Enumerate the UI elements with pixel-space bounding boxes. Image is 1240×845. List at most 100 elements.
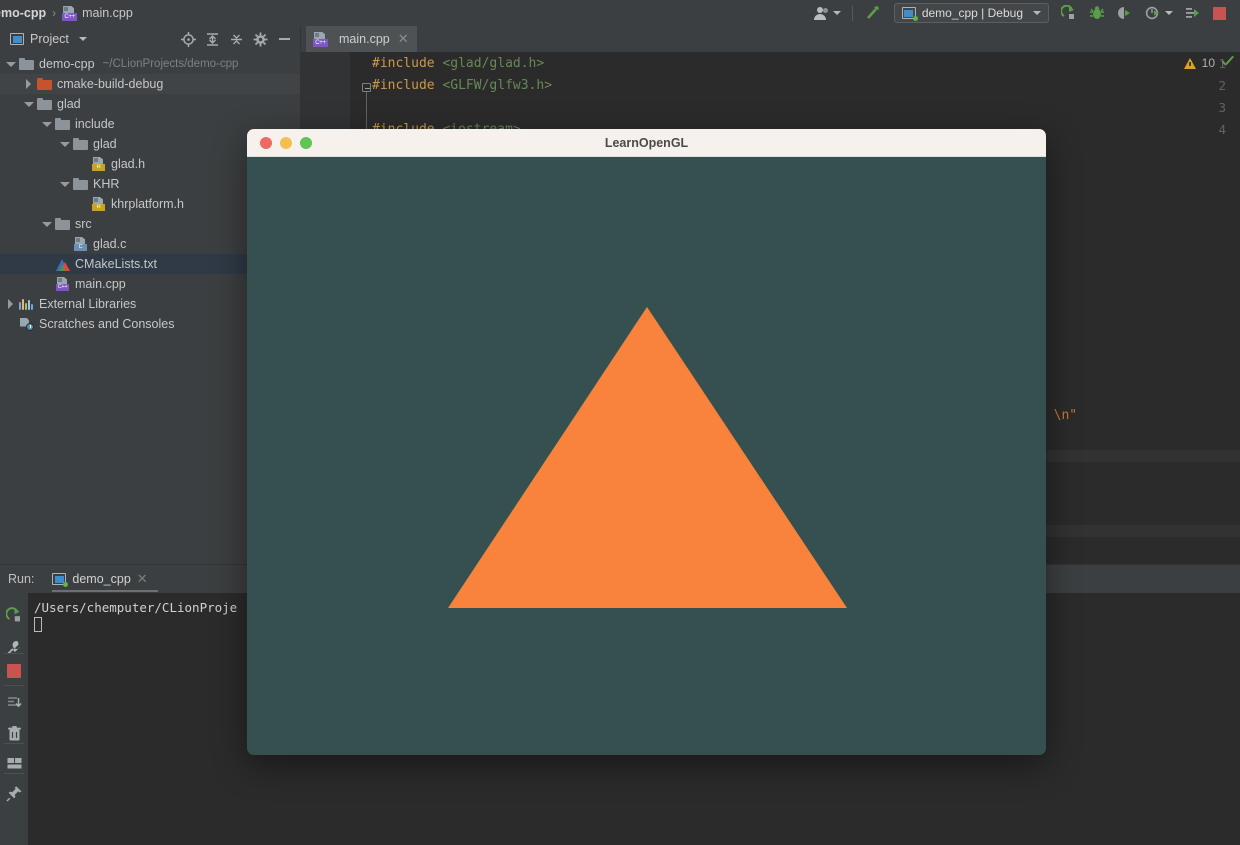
tree-item-label: src [75,217,92,231]
h-file-icon: H [91,197,106,211]
debug-button[interactable] [1083,0,1111,26]
locate-button[interactable] [176,26,200,52]
tree-item-label: khrplatform.h [111,197,184,211]
run-tab-underline [52,590,158,592]
close-icon[interactable]: ✕ [137,571,148,587]
expand-all-button[interactable] [200,26,224,52]
breadcrumb: emo-cpp › C++ main.cpp [0,5,133,21]
folder-icon [73,138,88,150]
top-toolbar: emo-cpp › C++ main.cpp [0,0,1240,26]
build-hammer-icon[interactable] [858,0,888,26]
orange-triangle [448,307,847,608]
folder-icon [37,98,52,110]
chevron-down-icon[interactable] [24,99,34,109]
chevron-right-icon[interactable] [24,79,34,89]
gear-icon[interactable] [248,26,272,52]
stop-button[interactable] [0,655,28,687]
project-panel-header: Project [0,26,300,52]
close-icon[interactable]: ✕ [398,31,409,47]
scroll-to-end-icon[interactable] [0,687,28,719]
warning-count: 10 [1201,56,1215,70]
c-file-icon: C [73,237,88,251]
layout-grid-icon[interactable] [0,747,28,779]
checkmark-icon [1221,57,1234,70]
cpp-file-icon: C++ [313,31,328,47]
cpp-file-icon: C++ [62,5,78,21]
inspection-widget[interactable]: 10 [1183,56,1234,70]
tree-item-demo-cpp[interactable]: demo-cpp ~/CLionProjects/demo-cpp [0,54,300,74]
collapse-all-button[interactable] [224,26,248,52]
run-config-icon [901,7,918,21]
run-tab-label: demo_cpp [72,572,131,586]
tree-item-label: include [75,117,115,131]
breadcrumb-separator: › [52,6,57,20]
code-token: \n" [1053,408,1078,423]
code-token: <glad/glad.h> [442,56,545,71]
run-with-coverage-button[interactable] [1111,0,1139,26]
h-file-icon: H [91,157,106,171]
line-number: 4 [1218,122,1226,137]
stop-button[interactable] [1207,0,1232,26]
gutter-divider [4,685,24,686]
chevron-down-icon[interactable] [6,59,16,69]
chevron-down-icon[interactable] [60,139,70,149]
code-line[interactable]: #include <GLFW/glfw3.h> [372,78,552,93]
scratches-icon [19,317,34,331]
tree-item-label: demo-cpp [39,57,95,71]
chevron-right-icon[interactable] [6,299,16,309]
clion-ide-window: emo-cpp › C++ main.cpp [0,0,1240,845]
code-fold-marker[interactable] [362,83,371,92]
window-title-bar[interactable]: LearnOpenGL [247,129,1046,157]
line-number: 3 [1218,100,1226,115]
chevron-down-icon [1033,11,1041,15]
opengl-application-window[interactable]: LearnOpenGL [247,129,1046,755]
users-icon[interactable] [808,0,847,26]
editor-tab-main-cpp[interactable]: C++ main.cpp ✕ [306,26,417,52]
chevron-down-icon[interactable] [78,37,87,41]
folder-icon [73,178,88,190]
chevron-down-icon [1165,11,1173,15]
tree-item-label: CMakeLists.txt [75,257,157,271]
external-libraries-icon [19,298,34,310]
run-configuration-selector[interactable]: demo_cpp | Debug [888,0,1055,26]
warning-triangle-icon [1183,57,1196,69]
tree-item-path: ~/CLionProjects/demo-cpp [102,58,239,70]
project-panel-tools [176,26,296,52]
project-window-icon [10,33,24,45]
run-panel-label: Run: [8,572,35,586]
run-config-label: demo_cpp | Debug [921,6,1023,20]
code-line[interactable]: #include <glad/glad.h> [372,56,544,71]
profile-button[interactable] [1139,0,1179,26]
run-button[interactable] [1055,0,1083,26]
minimize-icon[interactable] [272,26,296,52]
code-token: #include [372,78,443,93]
editor-tab-bar: C++ main.cpp ✕ [300,26,1240,52]
breadcrumb-project[interactable]: emo-cpp [0,6,46,20]
tree-item-label: glad.c [93,237,127,251]
chevron-down-icon[interactable] [42,119,52,129]
pin-icon[interactable] [0,777,28,809]
tree-item-label: Scratches and Consoles [39,317,175,331]
opengl-canvas[interactable] [247,157,1046,755]
window-title: LearnOpenGL [604,135,689,150]
folder-icon [37,78,52,90]
tree-item-label: KHR [93,177,120,191]
tree-item-label: glad [57,97,81,111]
tree-item-cmake-build-debug[interactable]: cmake-build-debug [0,74,300,94]
chevron-down-icon[interactable] [42,219,52,229]
trash-icon[interactable] [0,717,28,749]
run-tab-demo-cpp[interactable]: demo_cpp ✕ [52,565,158,593]
chevron-down-icon[interactable] [60,179,70,189]
tree-item-label: External Libraries [39,297,137,311]
tree-item-glad[interactable]: glad [0,94,300,114]
rerun-button[interactable] [0,599,28,631]
breadcrumb-file[interactable]: main.cpp [82,6,133,20]
tree-item-label: glad.h [111,157,146,171]
attach-to-process-button[interactable] [1179,0,1207,26]
